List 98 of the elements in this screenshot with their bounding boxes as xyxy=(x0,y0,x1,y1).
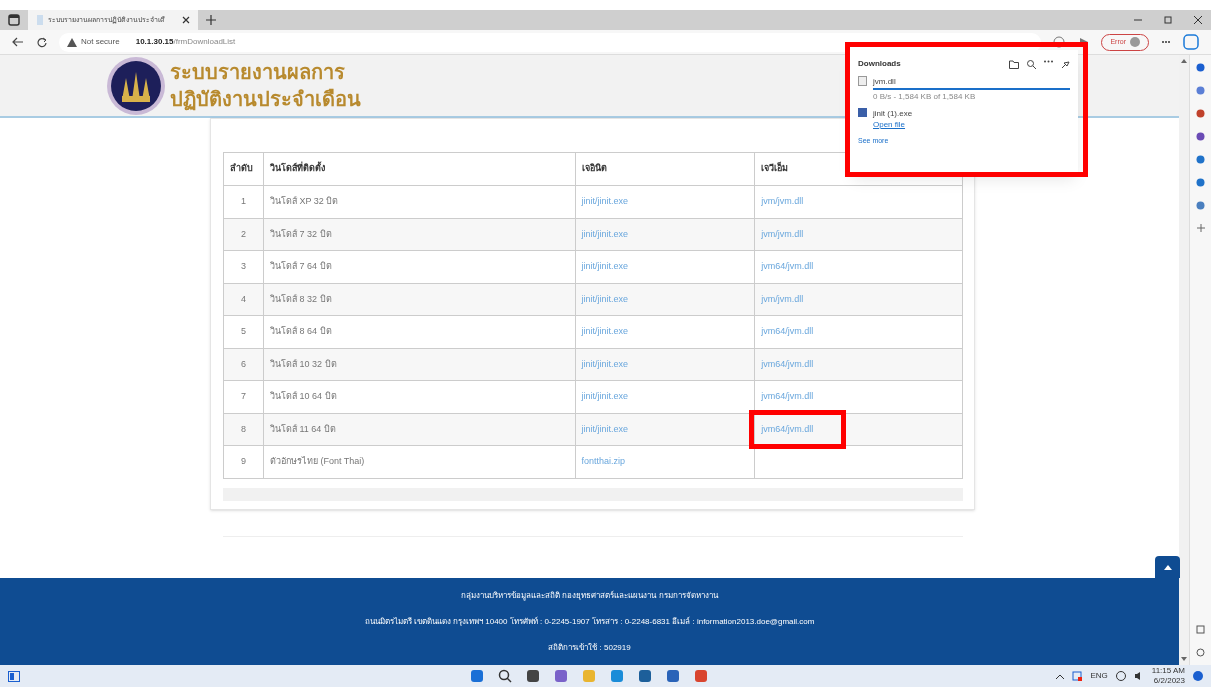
scrollbar[interactable] xyxy=(1179,55,1189,665)
column-header: เจอินิต xyxy=(575,152,755,186)
sidebar-app-icon[interactable] xyxy=(1196,63,1205,72)
emblem-logo xyxy=(106,55,166,116)
table-cell: วินโดส์ XP 32 บิต xyxy=(263,185,576,218)
download-link[interactable]: jvm64/jvm.dll xyxy=(761,423,814,434)
download-link[interactable]: jvm64/jvm.dll xyxy=(761,358,814,369)
security-warning: Not secure xyxy=(81,36,120,48)
table-cell: วินโดส์ 8 32 บิต xyxy=(263,283,576,316)
site-title: ระบบรายงานผลการ xyxy=(170,59,346,85)
column-header: วินโดส์ที่ติดตั้ง xyxy=(263,152,576,186)
close-icon[interactable] xyxy=(182,16,190,24)
sidebar-app-icon[interactable] xyxy=(1196,132,1205,141)
table-cell: วินโดส์ 10 32 บิต xyxy=(263,348,576,381)
download-link[interactable]: jvm64/jvm.dll xyxy=(761,391,814,401)
page-icon xyxy=(36,15,44,25)
app-icon[interactable] xyxy=(666,669,680,683)
download-link[interactable]: jvm/jvm.dll xyxy=(761,196,804,206)
table-cell: วินโดส์ 11 64 บิต xyxy=(263,413,576,446)
sidebar-app-icon[interactable] xyxy=(1196,178,1205,187)
site-title: ปฏิบัติงานประจำเดือน xyxy=(170,86,361,113)
notification-icon[interactable] xyxy=(1193,671,1203,681)
table-cell: วินโดส์ 10 64 บิต xyxy=(263,380,576,413)
table-cell: วินโดส์ 8 64 บิต xyxy=(263,315,576,348)
footer-text: กลุ่มงานบริหารข้อมูลและสถิติ กองยุทธศาสตร์และแผนงาน กรมการจัดหางาน xyxy=(461,589,718,602)
search-icon[interactable] xyxy=(1027,59,1036,69)
address-bar[interactable]: Not secure 10.1.30.15/frmDownloadList xyxy=(59,32,1042,52)
app-icon[interactable] xyxy=(554,669,568,683)
clock-time[interactable]: 11:15 AM xyxy=(1151,666,1185,676)
column-header: ลำดับ xyxy=(223,152,264,186)
search-icon[interactable] xyxy=(498,669,512,683)
sidebar-app-icon[interactable] xyxy=(1196,109,1205,118)
download-link[interactable]: jinit/jinit.exe xyxy=(581,228,629,239)
download-link[interactable]: jinit/jinit.exe xyxy=(581,423,629,434)
table-cell: วินโดส์ 7 64 บิต xyxy=(263,250,576,283)
installer-icon xyxy=(858,108,867,117)
globe-icon[interactable] xyxy=(1115,671,1126,681)
url-text: 10.1.30.15/frmDownloadList xyxy=(135,36,236,48)
app-icon[interactable] xyxy=(694,669,708,683)
chevron-up-icon[interactable] xyxy=(1056,673,1065,679)
refresh-icon[interactable] xyxy=(36,36,47,48)
download-name: jinit (1).exe xyxy=(873,108,914,119)
tab-actions-icon[interactable] xyxy=(8,14,20,26)
table-cell: 7 xyxy=(223,380,264,413)
new-tab-icon[interactable] xyxy=(206,15,216,25)
app-icon[interactable] xyxy=(638,669,652,683)
more-icon[interactable] xyxy=(1161,40,1171,44)
clock-date[interactable]: 6/2/2023 xyxy=(1153,676,1185,686)
restore-icon[interactable] xyxy=(1163,15,1173,25)
table-cell: 4 xyxy=(223,283,264,316)
layout-icon[interactable] xyxy=(1196,625,1205,634)
close-icon[interactable] xyxy=(1193,15,1203,25)
table-cell: 9 xyxy=(223,445,264,478)
download-link[interactable]: jinit/jinit.exe xyxy=(581,358,629,369)
add-icon[interactable] xyxy=(1196,224,1205,232)
footer-text: ถนนมิตรไมตรี เขตดินแดง กรุงเทพฯ 10400 โทรศัพท์ : 0-2245-1907 โทรสาร : 0-2248-6831 อีเมล์ : information2013.doe@gmail.com xyxy=(364,615,815,628)
download-link[interactable]: jvm/jvm.dll xyxy=(761,228,804,239)
download-link[interactable]: jvm64/jvm.dll xyxy=(761,261,814,271)
caret-up-icon xyxy=(1163,564,1172,570)
footer-text: สถิติการเข้าใช้ : 502919 xyxy=(548,641,631,654)
sidebar-app-icon[interactable] xyxy=(1196,201,1205,210)
settings-icon[interactable] xyxy=(1196,648,1205,657)
language-indicator[interactable]: ENG xyxy=(1090,670,1108,682)
avatar-icon xyxy=(1130,37,1140,47)
table-cell: 5 xyxy=(223,315,264,348)
scroll-down-icon xyxy=(1181,657,1187,661)
warning-icon xyxy=(67,37,77,47)
table-cell: 1 xyxy=(223,185,264,218)
download-link[interactable]: jinit/jinit.exe xyxy=(581,391,629,401)
widgets-icon[interactable] xyxy=(8,670,20,682)
table-cell: 6 xyxy=(223,348,264,381)
table-cell: 8 xyxy=(223,413,264,446)
download-link[interactable]: jinit/jinit.exe xyxy=(581,293,629,304)
sidebar-app-icon[interactable] xyxy=(1196,155,1205,164)
back-icon[interactable] xyxy=(12,37,24,47)
download-link[interactable]: jinit/jinit.exe xyxy=(581,196,629,206)
sidebar-app-icon[interactable] xyxy=(1196,86,1205,95)
table-cell: ตัวอักษรไทย (Font Thai) xyxy=(263,445,576,478)
network-icon[interactable] xyxy=(1072,671,1083,681)
table-cell: วินโดส์ 7 32 บิต xyxy=(263,218,576,251)
app-icon[interactable] xyxy=(526,669,540,683)
panel-title: Downloads xyxy=(858,58,901,70)
table-cell: 2 xyxy=(223,218,264,251)
scroll-up-icon xyxy=(1181,59,1187,63)
table-cell: 3 xyxy=(223,250,264,283)
app-icon[interactable] xyxy=(470,669,484,683)
folder-icon[interactable] xyxy=(1009,59,1019,69)
scroll-top-button[interactable] xyxy=(1155,556,1180,578)
download-status: 0 B/s - 1,584 KB of 1,584 KB xyxy=(873,91,977,102)
download-link[interactable]: jvm64/jvm.dll xyxy=(761,326,814,336)
download-name: jvm.dll xyxy=(873,76,897,87)
download-link[interactable]: fontthai.zip xyxy=(581,456,626,466)
file-icon xyxy=(858,76,867,86)
pin-icon[interactable] xyxy=(1061,59,1070,69)
download-link[interactable]: jvm/jvm.dll xyxy=(761,293,804,304)
download-link[interactable]: jinit/jinit.exe xyxy=(581,261,629,271)
download-link[interactable]: jinit/jinit.exe xyxy=(581,326,629,336)
open-file-link[interactable]: Open file xyxy=(873,119,1070,130)
